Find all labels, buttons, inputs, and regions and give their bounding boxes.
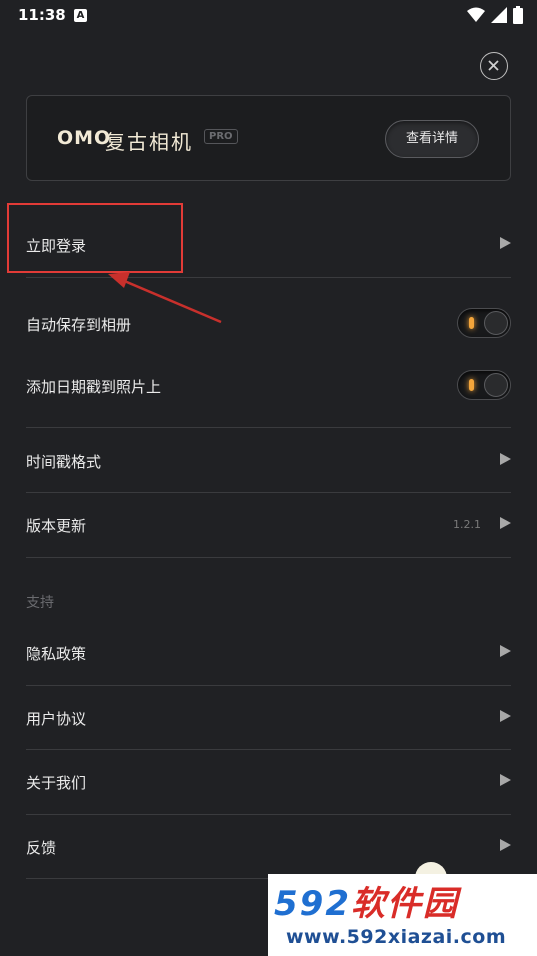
divider [26, 557, 511, 558]
watermark-brand: 592软件园 [274, 876, 459, 925]
toggle-knob [484, 311, 508, 335]
support-section-title: 支持 [26, 595, 54, 611]
battery-icon [513, 6, 523, 24]
chevron-right-icon [500, 237, 511, 249]
about-us-row[interactable]: 关于我们 [26, 751, 511, 815]
chevron-right-icon [500, 774, 511, 786]
close-button[interactable] [480, 52, 508, 80]
version-number: 1.2.1 [453, 518, 481, 531]
user-agreement-label: 用户协议 [26, 710, 87, 728]
auto-save-label: 自动保存到相册 [26, 316, 132, 334]
chevron-right-icon [500, 839, 511, 851]
toggle-knob [484, 373, 508, 397]
auto-save-row: 自动保存到相册 [26, 293, 511, 357]
notification-badge-icon: A [74, 9, 87, 22]
view-details-button[interactable]: 查看详情 [385, 120, 479, 158]
version-update-label: 版本更新 [26, 517, 87, 535]
divider [26, 749, 511, 750]
date-stamp-label: 添加日期戳到照片上 [26, 378, 162, 396]
watermark-brand-number: 592 [274, 884, 351, 924]
pro-promo-card[interactable]: OMO 复古相机 PRO 查看详情 [26, 95, 511, 181]
divider [26, 277, 511, 278]
close-icon [488, 60, 499, 71]
privacy-policy-label: 隐私政策 [26, 645, 87, 663]
divider [26, 492, 511, 493]
toggle-indicator-icon [469, 379, 474, 391]
chevron-right-icon [500, 453, 511, 465]
app-name: 复古相机 [105, 130, 193, 154]
divider [26, 685, 511, 686]
watermark-brand-text: 软件园 [350, 884, 459, 924]
date-stamp-toggle[interactable] [457, 370, 511, 400]
signal-icon [491, 7, 507, 23]
auto-save-toggle[interactable] [457, 308, 511, 338]
timestamp-format-label: 时间戳格式 [26, 453, 102, 471]
chevron-right-icon [500, 710, 511, 722]
user-agreement-row[interactable]: 用户协议 [26, 687, 511, 751]
watermark-url: www.592xiazai.com [286, 926, 507, 948]
feedback-label: 反馈 [26, 839, 57, 857]
pro-badge: PRO [204, 129, 238, 144]
status-time: 11:38 [18, 6, 66, 24]
version-update-row[interactable]: 版本更新 1.2.1 [26, 494, 511, 558]
status-icons [467, 5, 523, 25]
app-logo: OMO [57, 127, 112, 149]
chevron-right-icon [500, 517, 511, 529]
divider [26, 814, 511, 815]
date-stamp-row: 添加日期戳到照片上 [26, 355, 511, 419]
timestamp-format-row[interactable]: 时间戳格式 [26, 430, 511, 494]
toggle-indicator-icon [469, 317, 474, 329]
site-watermark: 592软件园 www.592xiazai.com [268, 874, 537, 956]
about-us-label: 关于我们 [26, 774, 87, 792]
chevron-right-icon [500, 645, 511, 657]
annotation-highlight-box [7, 203, 183, 273]
wifi-icon [467, 7, 485, 22]
status-bar: 11:38 A [0, 0, 537, 32]
privacy-policy-row[interactable]: 隐私政策 [26, 622, 511, 686]
divider [26, 427, 511, 428]
